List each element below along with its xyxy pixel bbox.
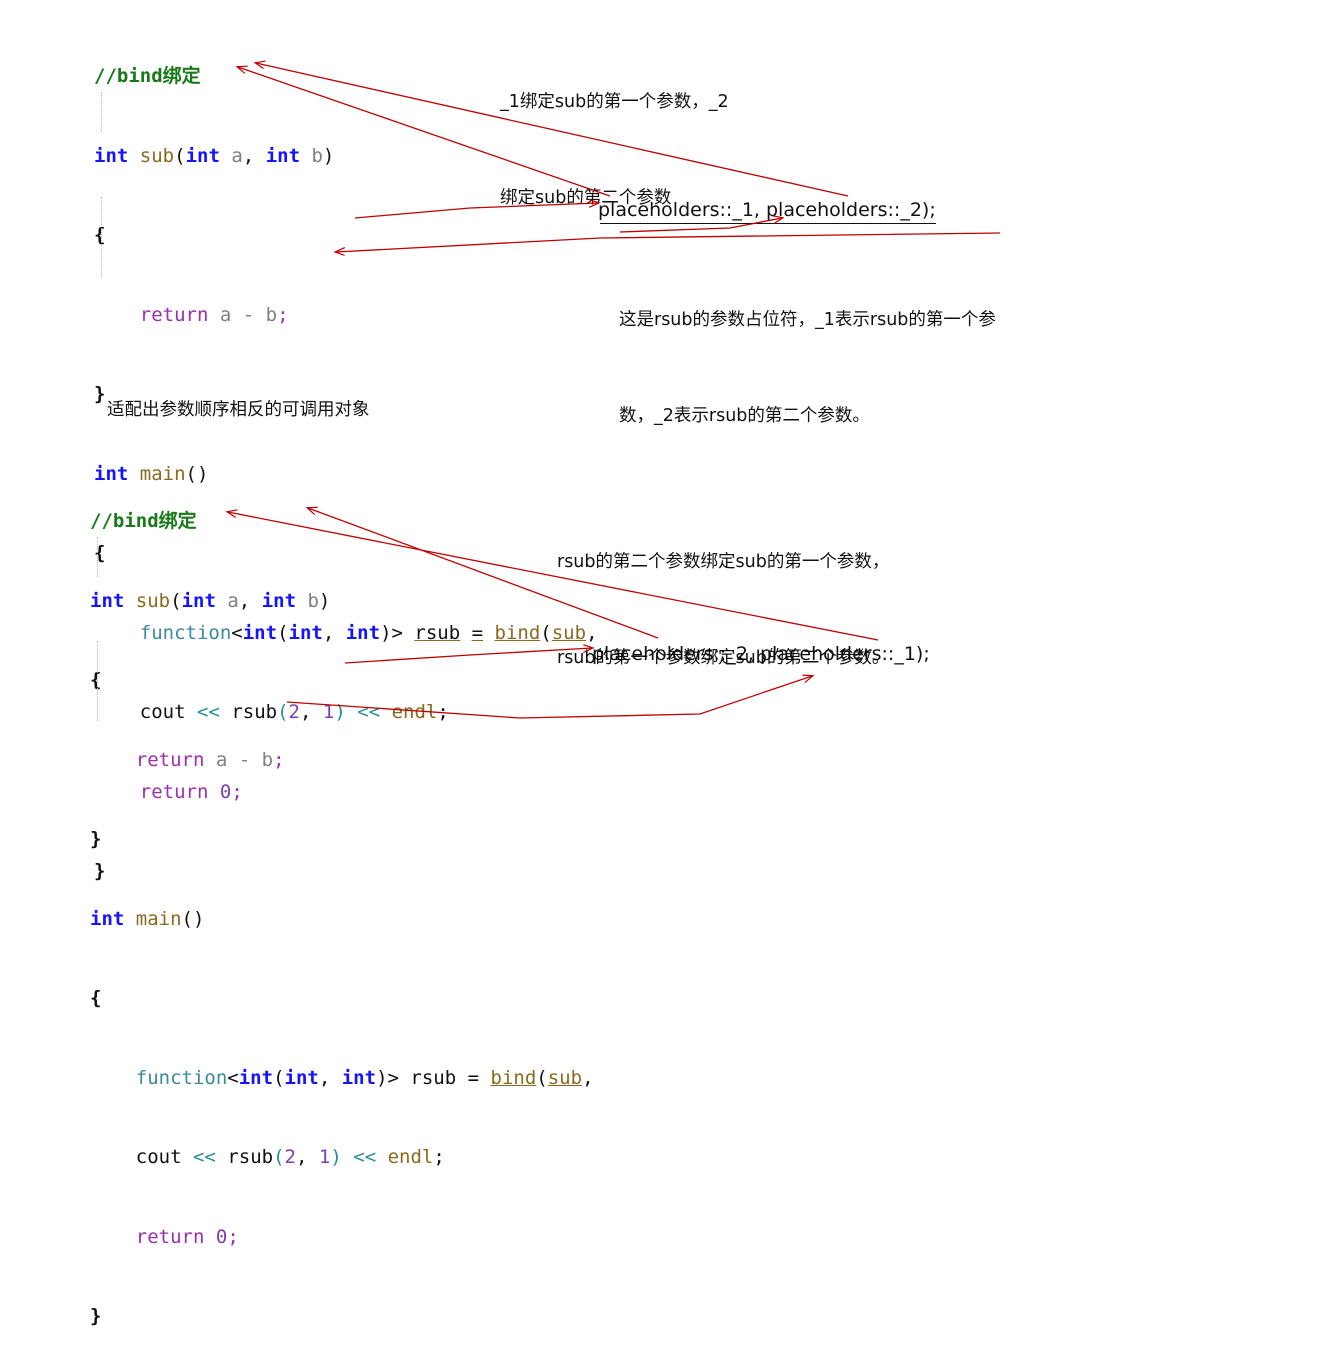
note-line: rsub的第一个参数绑定sub的第二个参数。 bbox=[557, 648, 890, 668]
note-line: rsub的第二个参数绑定sub的第一个参数， bbox=[557, 552, 890, 572]
code-line-comment-2: //bind绑定 bbox=[90, 508, 594, 535]
code-line-return-sub-1: return a - b; bbox=[139, 303, 289, 326]
note-reversed-binding: rsub的第二个参数绑定sub的第一个参数， rsub的第一个参数绑定sub的第… bbox=[557, 482, 889, 706]
note-line: 这是rsub的参数占位符，_1表示rsub的第一个参 bbox=[619, 310, 996, 330]
comment-token: //bind绑定 bbox=[94, 65, 201, 87]
indent-guide-2b bbox=[97, 641, 99, 721]
code-line-main-open-brace-2: { bbox=[90, 987, 102, 1009]
code-line-close-brace-2: } bbox=[90, 828, 102, 850]
code-line-cout-2: cout << rsub(2, 1) << endl; bbox=[135, 1146, 445, 1168]
indent-guide-1a bbox=[101, 92, 103, 132]
comment-token-2: //bind绑定 bbox=[90, 510, 197, 532]
code-line-main-signature-2: int main() bbox=[90, 907, 205, 930]
note-line: 数，_2表示rsub的第二个参数。 bbox=[619, 406, 870, 426]
note-line: 绑定sub的第二个参数 bbox=[500, 188, 672, 208]
code-line-sub-signature-2: int sub(int a, int b) bbox=[90, 589, 331, 612]
second-code-block: //bind绑定 int sub(int a, int b) { return … bbox=[90, 455, 594, 1356]
note-line: _1绑定sub的第一个参数，_2 bbox=[500, 92, 729, 112]
note-placeholder-binding-top: _1绑定sub的第一个参数，_2 绑定sub的第二个参数 bbox=[500, 22, 729, 246]
code-line-return-main-2: return 0; bbox=[135, 1225, 239, 1248]
middle-caption: 适配出参数顺序相反的可调用对象 bbox=[107, 400, 370, 420]
indent-guide-1b bbox=[101, 197, 103, 277]
code-line-main-close-brace-2: } bbox=[90, 1305, 102, 1327]
note-placeholder-explanation: 这是rsub的参数占位符，_1表示rsub的第一个参 数，_2表示rsub的第二… bbox=[619, 240, 996, 464]
code-line-bind-2: function<int(int, int)> rsub = bind(sub, bbox=[135, 1066, 594, 1089]
code-line-return-sub-2: return a - b; bbox=[135, 748, 285, 771]
indent-guide-2a bbox=[97, 537, 99, 577]
code-line-open-brace-2: { bbox=[90, 669, 102, 691]
